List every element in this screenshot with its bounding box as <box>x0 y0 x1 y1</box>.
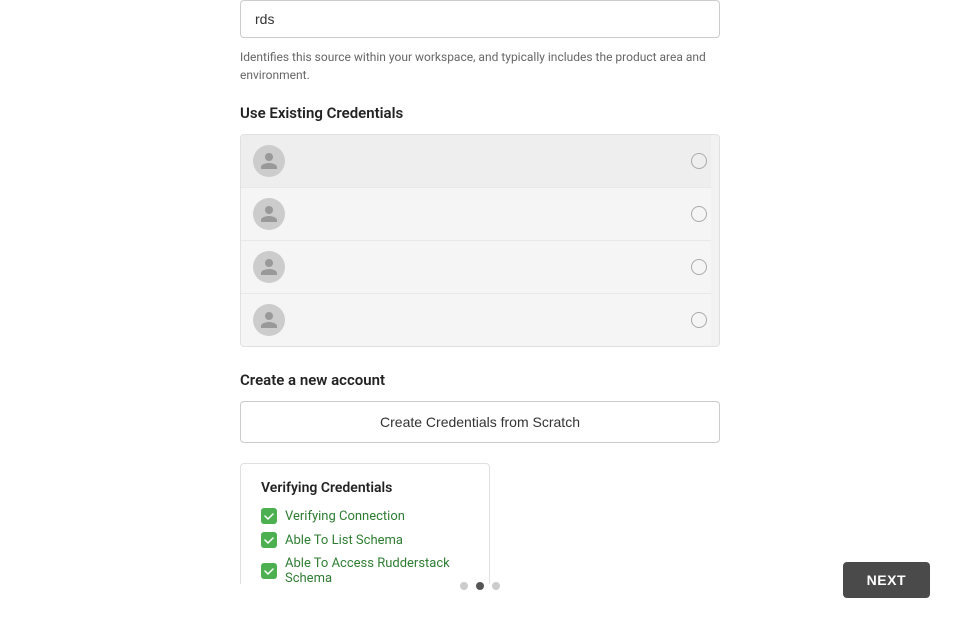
dot-1 <box>460 582 468 590</box>
avatar-icon-4 <box>253 304 285 336</box>
avatar-icon-1 <box>253 145 285 177</box>
new-account-title: Create a new account <box>240 371 720 389</box>
scrollbar <box>711 135 719 346</box>
source-name-input[interactable] <box>240 0 720 38</box>
radio-3[interactable] <box>691 259 707 275</box>
new-account-section: Create a new account Create Credentials … <box>240 371 720 443</box>
check-icon-3 <box>261 563 277 579</box>
verify-item-3: Able To Access Rudderstack Schema <box>261 556 469 586</box>
credentials-scroll-inner <box>241 135 719 346</box>
verifying-panel: Verifying Credentials Verifying Connecti… <box>240 463 490 603</box>
bottom-bar: NEXT <box>0 584 960 608</box>
create-credentials-button[interactable]: Create Credentials from Scratch <box>240 401 720 443</box>
radio-1[interactable] <box>691 153 707 169</box>
helper-text: Identifies this source within your works… <box>240 48 720 84</box>
avatar-icon-2 <box>253 198 285 230</box>
credential-item-4[interactable] <box>241 294 719 346</box>
verify-item-2: Able To List Schema <box>261 532 469 548</box>
avatar-icon-3 <box>253 251 285 283</box>
credentials-list <box>240 134 720 347</box>
verify-item-1: Verifying Connection <box>261 508 469 524</box>
verifying-title: Verifying Credentials <box>261 480 469 496</box>
verify-label-3: Able To Access Rudderstack Schema <box>285 556 469 586</box>
source-name-section: Identifies this source within your works… <box>240 0 720 84</box>
next-button[interactable]: NEXT <box>843 562 930 598</box>
dot-3 <box>492 582 500 590</box>
page-container: Identifies this source within your works… <box>0 0 960 608</box>
verify-label-1: Verifying Connection <box>285 509 405 524</box>
radio-4[interactable] <box>691 312 707 328</box>
radio-2[interactable] <box>691 206 707 222</box>
verify-label-2: Able To List Schema <box>285 533 403 548</box>
check-icon-1 <box>261 508 277 524</box>
use-existing-section: Use Existing Credentials <box>240 104 720 347</box>
dot-2 <box>476 582 484 590</box>
content-area: Identifies this source within your works… <box>240 0 720 623</box>
credential-item-3[interactable] <box>241 241 719 294</box>
credential-item-1[interactable] <box>241 135 719 188</box>
credential-item-2[interactable] <box>241 188 719 241</box>
use-existing-title: Use Existing Credentials <box>240 104 720 122</box>
pagination-dots <box>460 582 500 590</box>
check-icon-2 <box>261 532 277 548</box>
